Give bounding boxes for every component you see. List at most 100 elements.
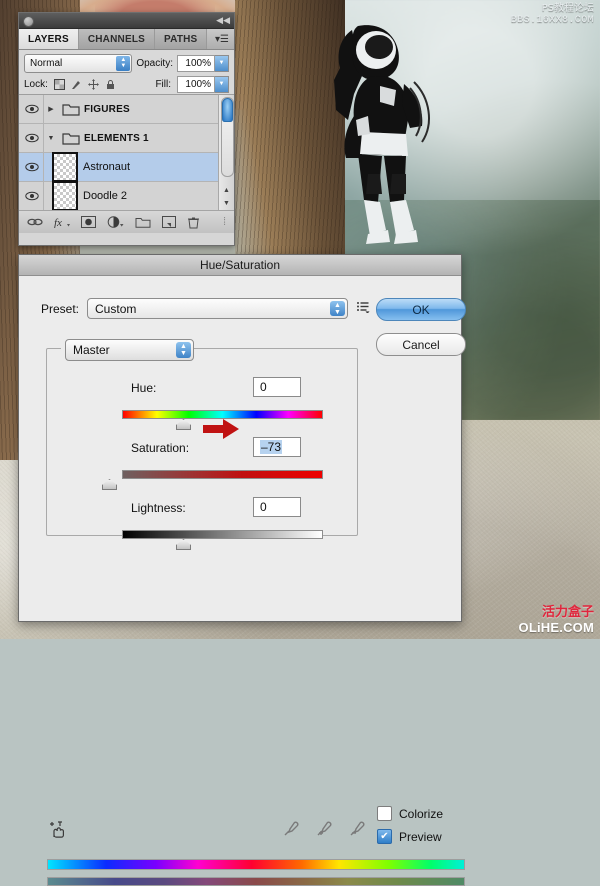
new-layer-icon[interactable] [162,216,176,228]
lock-image-icon[interactable] [71,79,82,90]
target-adjustment-hand-icon[interactable] [49,821,67,844]
red-arrow-marker [203,419,239,439]
layer-mask-icon[interactable] [81,216,96,228]
folder-icon [62,102,80,116]
group-twirl-collapsed-icon[interactable]: ▶ [44,105,58,113]
colorize-checkbox-row[interactable]: Colorize [377,806,443,821]
panel-collapse-icon[interactable]: ◀◀ [216,15,230,26]
eyedropper-add-icon[interactable] [316,820,333,842]
eye-icon [25,162,39,172]
scroll-up-icon[interactable]: ▲ [223,187,230,194]
channel-value: Master [73,343,110,357]
panel-menu-icon[interactable]: ▾☰ [210,29,234,49]
dialog-body: Preset: Custom ▲ ▼ OK Cancel Master ▲ ▼ Hu… [19,276,466,886]
fill-field[interactable]: 100% ▼ [177,75,229,93]
layer-visibility-toggle[interactable] [21,153,44,181]
opacity-value: 100% [177,54,215,72]
tab-paths-label: PATHS [164,33,198,45]
lock-transparency-icon[interactable] [53,78,65,90]
lock-position-icon[interactable] [87,78,99,90]
tab-layers[interactable]: LAYERS [19,29,79,49]
layer-name: FIGURES [84,103,130,115]
hue-slider-track[interactable] [122,410,323,419]
saturation-slider-track[interactable] [122,470,323,479]
blend-mode-select[interactable]: Normal ▲ ▼ [24,53,133,73]
tab-paths[interactable]: PATHS [155,29,208,49]
watermark-bottom-line2: OLiHE.COM [518,619,594,635]
astronaut-layer-artwork [318,24,438,246]
svg-text:fx: fx [54,217,62,228]
ok-button[interactable]: OK [376,298,466,321]
blend-mode-value: Normal [30,57,63,69]
dialog-titlebar[interactable]: Hue/Saturation [19,255,461,276]
layer-visibility-toggle[interactable] [21,95,44,123]
color-bar-result [47,877,465,886]
colorize-label: Colorize [399,806,444,821]
cancel-button[interactable]: Cancel [376,333,466,356]
lightness-label: Lightness: [131,501,186,515]
dialog-title: Hue/Saturation [199,258,281,272]
preset-select[interactable]: Custom ▲ ▼ [87,298,349,319]
delete-layer-icon[interactable] [187,216,200,229]
eye-icon [25,133,39,143]
saturation-input[interactable]: –73 [253,437,301,457]
layer-list-scrollbar[interactable]: ▲ ▼ [218,95,234,210]
table-row[interactable]: Astronaut [19,152,234,182]
scrollbar-arrows[interactable]: ▲ ▼ [219,184,234,210]
panel-titlebar[interactable]: ◀◀ [19,13,234,29]
opacity-field[interactable]: 100% ▼ [177,54,229,72]
lock-all-icon[interactable] [105,79,116,90]
panel-tab-bar: LAYERS CHANNELS PATHS ▾☰ [19,29,234,50]
scrollbar-thumb[interactable] [221,97,234,177]
layer-visibility-toggle[interactable] [21,182,44,210]
fill-stepper-icon[interactable]: ▼ [215,75,229,93]
preset-label: Preset: [41,301,80,316]
hue-label: Hue: [131,381,157,395]
eyedropper-subtract-icon[interactable] [349,820,366,842]
folder-icon [62,131,80,145]
watermark-top-line1: PS教程论坛 [541,3,594,14]
layer-visibility-toggle[interactable] [21,124,44,152]
cancel-button-label: Cancel [402,337,440,352]
group-twirl-expanded-icon[interactable]: ▼ [44,135,58,142]
panel-close-icon[interactable] [23,16,34,27]
table-row[interactable]: ▶ FIGURES [19,95,234,124]
layers-panel-footer: fx ⁞ [19,210,234,233]
layer-thumbnail [52,181,78,210]
new-group-icon[interactable] [135,216,151,228]
scroll-down-icon[interactable]: ▼ [223,200,230,207]
table-row[interactable]: ▼ ELEMENTS 1 [19,124,234,153]
table-row[interactable]: Doodle 2 [19,181,234,210]
layer-list[interactable]: ▶ FIGURES ▼ ELEMENTS 1 Astronaut Doodle … [19,95,234,210]
layer-name: ELEMENTS 1 [84,132,149,144]
saturation-label: Saturation: [131,441,190,455]
layer-style-fx-icon[interactable]: fx [54,216,70,228]
preview-checkbox-row[interactable]: ✔ Preview [377,829,443,844]
lightness-slider-track[interactable] [122,530,323,539]
preview-checkbox[interactable]: ✔ [377,829,392,844]
layer-name: Astronaut [83,161,131,173]
watermark-top-right: PS教程论坛 BBS.16XX8.COM [511,3,594,26]
resize-grip-icon[interactable]: ⁞ [223,216,226,228]
layer-name: Doodle 2 [83,190,128,202]
preset-value: Custom [95,301,137,316]
opacity-label: Opacity: [136,57,173,69]
preset-menu-icon[interactable] [356,301,370,316]
eyedropper-icon[interactable] [283,820,300,842]
opacity-stepper-icon[interactable]: ▼ [215,54,229,72]
tab-channels[interactable]: CHANNELS [78,29,156,49]
watermark-bottom-right: 活力盒子 OLiHE.COM [519,606,594,635]
colorize-checkbox[interactable] [377,806,392,821]
lightness-slider-knob[interactable] [176,539,191,550]
channel-select[interactable]: Master ▲ ▼ [65,339,194,361]
link-layers-icon[interactable] [27,217,43,227]
lightness-input[interactable]: 0 [253,497,301,517]
adjustment-layer-icon[interactable] [107,216,124,228]
hue-input[interactable]: 0 [253,377,301,397]
saturation-value: –73 [260,440,283,454]
eyedropper-group [283,820,366,842]
hue-saturation-dialog: Hue/Saturation Preset: Custom ▲ ▼ OK Canc… [18,254,466,886]
color-bars [47,859,465,886]
preview-label: Preview [399,829,442,844]
color-bar-original [47,859,465,870]
